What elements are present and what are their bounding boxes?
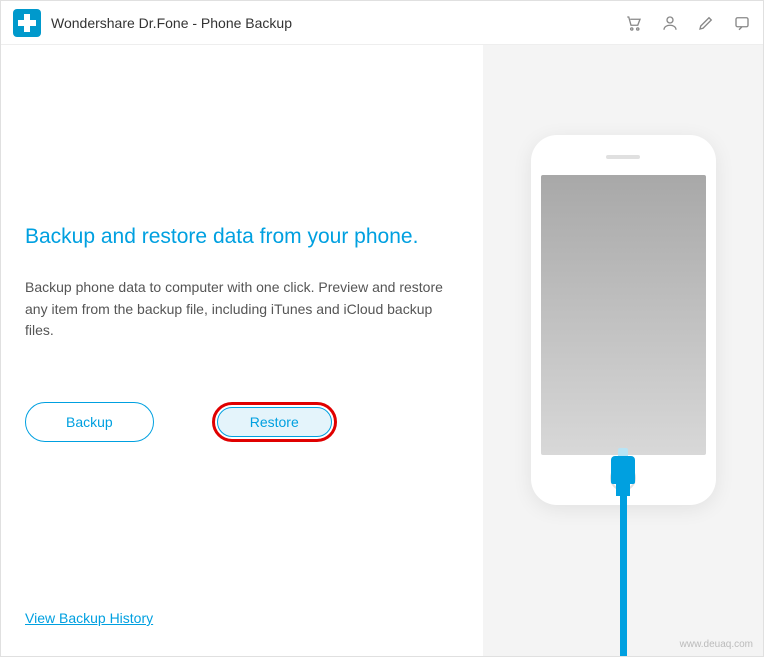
edit-icon[interactable] [697,14,715,32]
app-window: Wondershare Dr.Fone - Phone Backup Backu… [0,0,764,657]
content-area: Backup and restore data from your phone.… [1,45,763,656]
titlebar: Wondershare Dr.Fone - Phone Backup [1,1,763,45]
app-logo [13,9,41,37]
account-icon[interactable] [661,14,679,32]
cart-icon[interactable] [625,14,643,32]
titlebar-actions [625,14,751,32]
page-description: Backup phone data to computer with one c… [25,277,455,342]
restore-button[interactable]: Restore [217,407,332,437]
left-panel: Backup and restore data from your phone.… [1,45,483,656]
view-backup-history-link[interactable]: View Backup History [25,610,459,626]
cable-connector [611,456,635,484]
usb-cable-illustration [611,456,635,656]
backup-button[interactable]: Backup [25,402,154,442]
phone-speaker [606,155,640,159]
phone-screen [541,175,706,455]
restore-button-highlight: Restore [212,402,337,442]
page-heading: Backup and restore data from your phone. [25,225,459,249]
right-panel [483,45,763,656]
button-row: Backup Restore [25,402,459,442]
feedback-icon[interactable] [733,14,751,32]
app-title: Wondershare Dr.Fone - Phone Backup [51,15,625,31]
watermark: www.deuaq.com [680,639,753,650]
